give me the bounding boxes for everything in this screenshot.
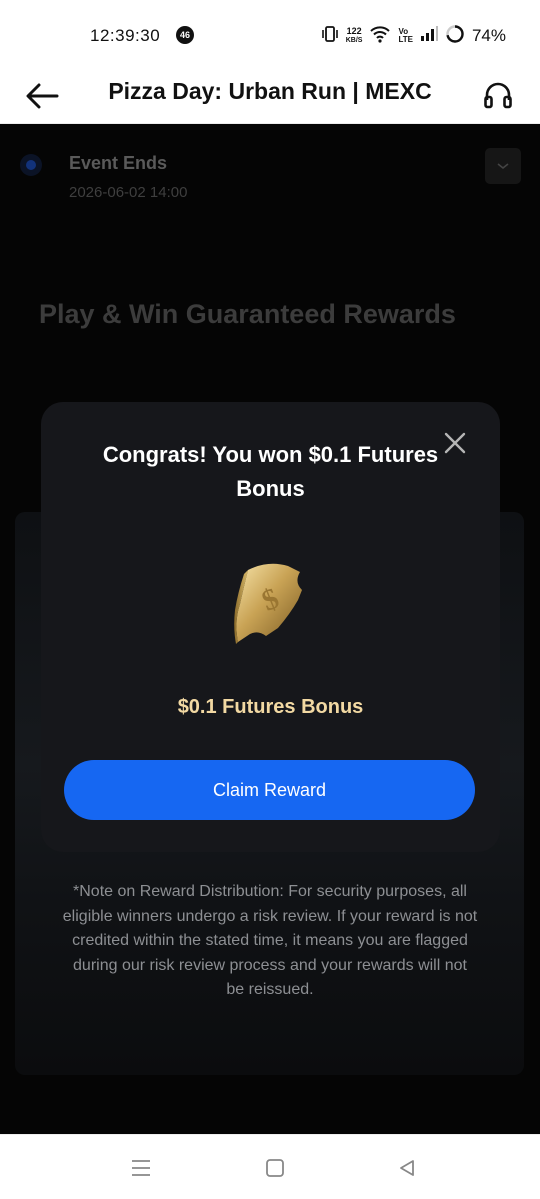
back-nav-button[interactable] (392, 1153, 422, 1183)
page-title: Pizza Day: Urban Run | MEXC (108, 78, 432, 104)
headset-icon (484, 82, 512, 109)
recent-apps-button[interactable] (126, 1153, 156, 1183)
event-end-date: 2026-06-02 14:00 (69, 184, 188, 201)
back-triangle-icon (400, 1160, 414, 1176)
status-icons: 122 KB/S Vo LTE 74% (321, 22, 506, 50)
chevron-down-icon (497, 163, 509, 170)
customer-support-button[interactable] (478, 76, 518, 116)
status-bar: 12:39:30 46 122 KB/S Vo LTE 74% (0, 0, 540, 68)
reward-distribution-note: *Note on Reward Distribution: For securi… (62, 883, 478, 998)
event-ends-label: Event Ends (69, 153, 168, 173)
page-headline: Play & Win Guaranteed Rewards (39, 299, 456, 329)
modal-title: Congrats! You won $0.1 Futures Bonus (102, 442, 439, 501)
network-speed: 122 KB/S (346, 27, 363, 45)
network-speed-unit: KB/S (345, 37, 363, 44)
gold-ticket-icon: $ (228, 552, 318, 652)
home-button[interactable] (260, 1153, 290, 1183)
reward-name: $0.1 Futures Bonus (177, 696, 364, 718)
wifi-icon (369, 25, 391, 48)
network-speed-value: 122 (346, 26, 362, 36)
volte-bottom: LTE (398, 35, 413, 44)
claim-reward-button[interactable]: Claim Reward (64, 760, 475, 820)
app-header: Pizza Day: Urban Run | MEXC (0, 68, 540, 124)
status-time: 12:39:30 (90, 26, 161, 45)
menu-icon (132, 1160, 150, 1176)
system-nav-bar (0, 1134, 540, 1199)
vibrate-icon (321, 25, 339, 48)
volte-indicator: Vo LTE (398, 28, 413, 44)
notification-count-badge: 46 (176, 26, 194, 44)
signal-icon (420, 25, 438, 47)
modal-close-button[interactable] (440, 428, 470, 458)
reward-modal: Congrats! You won $0.1 Futures Bonus $ $… (41, 402, 500, 852)
event-status-dot (20, 154, 42, 176)
event-expand-button[interactable] (485, 148, 521, 184)
battery-ring-icon (445, 24, 465, 49)
close-icon (444, 432, 466, 454)
home-square-icon (266, 1159, 284, 1177)
battery-percentage: 74% (471, 26, 506, 45)
